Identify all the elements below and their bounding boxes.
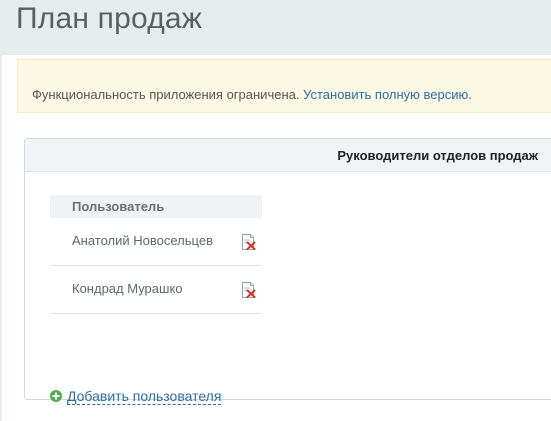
users-column-header: Пользователь xyxy=(50,195,262,218)
user-row: Кондрад Мурашко xyxy=(50,266,262,314)
notice-link-suffix: . xyxy=(468,87,472,102)
delete-icon[interactable] xyxy=(240,282,256,298)
plus-circle-icon xyxy=(50,390,62,402)
delete-icon[interactable] xyxy=(240,234,256,250)
user-name: Анатолий Новосельцев xyxy=(72,233,213,248)
sales-heads-panel: Руководители отделов продаж Пользователь… xyxy=(24,138,551,405)
main-content: Функциональность приложения ограничена. … xyxy=(2,55,551,421)
users-table: Пользователь Анатолий Новосельцев Кондра… xyxy=(50,195,262,314)
limited-functionality-notice: Функциональность приложения ограничена. … xyxy=(17,59,551,113)
notice-text: Функциональность приложения ограничена. xyxy=(32,87,300,102)
user-name: Кондрад Мурашко xyxy=(72,281,183,296)
user-row: Анатолий Новосельцев xyxy=(50,218,262,266)
add-user-link[interactable]: Добавить пользователя xyxy=(67,388,222,405)
page-title: План продаж xyxy=(16,2,203,35)
install-full-version-link[interactable]: Установить полную версию xyxy=(303,87,468,102)
add-user-control[interactable]: Добавить пользователя xyxy=(50,388,222,405)
panel-title: Руководители отделов продаж xyxy=(25,139,551,172)
